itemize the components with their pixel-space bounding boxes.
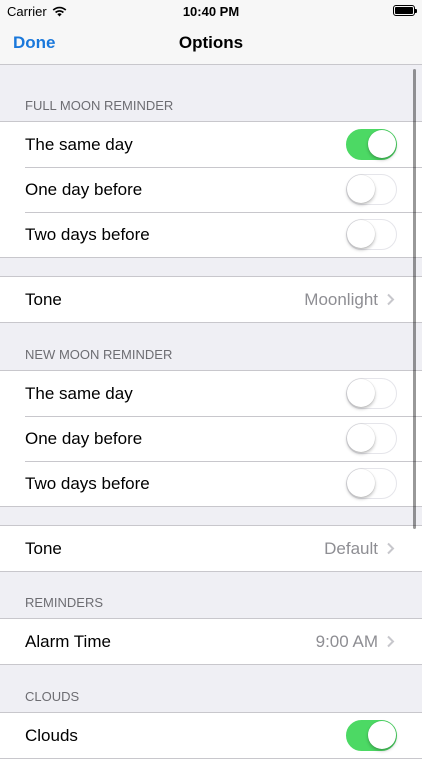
full-moon-tone-row[interactable]: Tone Moonlight <box>0 277 422 322</box>
full-moon-one-day-before-row: One day before <box>0 167 422 212</box>
full-moon-same-day-toggle[interactable] <box>346 129 397 160</box>
full-moon-two-days-before-toggle[interactable] <box>346 219 397 250</box>
toggle-knob <box>368 721 396 749</box>
clouds-row: Clouds <box>0 713 422 758</box>
options-table[interactable]: FULL MOON REMINDER The same day One day … <box>0 65 422 759</box>
section-header-label: REMINDERS <box>25 595 104 610</box>
section-header-full-moon: FULL MOON REMINDER <box>0 65 422 121</box>
section-header-new-moon: NEW MOON REMINDER <box>0 323 422 370</box>
chevron-right-icon <box>387 542 395 555</box>
new-moon-same-day-toggle[interactable] <box>346 378 397 409</box>
row-label: The same day <box>25 134 133 154</box>
section-header-clouds: CLOUDS <box>0 665 422 712</box>
row-label: One day before <box>25 428 143 448</box>
new-moon-group: The same day One day before Two days bef… <box>0 370 422 507</box>
status-bar: Carrier 10:40 PM <box>0 0 422 22</box>
new-moon-one-day-before-toggle[interactable] <box>346 423 397 454</box>
scroll-indicator[interactable] <box>413 69 416 529</box>
row-label: One day before <box>25 179 143 199</box>
alarm-time-value: 9:00 AM <box>315 631 378 651</box>
toggle-knob <box>347 379 375 407</box>
toggle-knob <box>347 424 375 452</box>
section-header-label: NEW MOON REMINDER <box>25 347 173 362</box>
battery-fill <box>395 7 413 14</box>
page-title: Options <box>178 33 244 52</box>
row-label: Two days before <box>25 473 150 493</box>
new-moon-tone-group: Tone Default <box>0 525 422 572</box>
navigation-bar: Done Options <box>0 22 422 65</box>
section-header-reminders: REMINDERS <box>0 572 422 618</box>
new-moon-two-days-before-toggle[interactable] <box>346 468 397 499</box>
alarm-time-row[interactable]: Alarm Time 9:00 AM <box>0 619 422 664</box>
chevron-right-icon <box>387 293 395 306</box>
full-moon-tone-group: Tone Moonlight <box>0 276 422 323</box>
section-header-label: FULL MOON REMINDER <box>25 98 174 113</box>
section-header-label: CLOUDS <box>25 689 80 704</box>
battery-icon <box>393 5 417 16</box>
full-moon-two-days-before-row: Two days before <box>0 212 422 257</box>
row-label: Alarm Time <box>25 631 111 651</box>
full-moon-tone-value: Moonlight <box>304 289 378 309</box>
reminders-group: Alarm Time 9:00 AM <box>0 618 422 665</box>
new-moon-one-day-before-row: One day before <box>0 416 422 461</box>
full-moon-one-day-before-toggle[interactable] <box>346 174 397 205</box>
new-moon-two-days-before-row: Two days before <box>0 461 422 506</box>
full-moon-group: The same day One day before Two days bef… <box>0 121 422 258</box>
new-moon-tone-row[interactable]: Tone Default <box>0 526 422 571</box>
new-moon-same-day-row: The same day <box>0 371 422 416</box>
row-label: Two days before <box>25 224 150 244</box>
toggle-knob <box>347 175 375 203</box>
toggle-knob <box>347 220 375 248</box>
toggle-knob <box>347 469 375 497</box>
row-label: Tone <box>25 538 62 558</box>
chevron-right-icon <box>387 635 395 648</box>
clouds-toggle[interactable] <box>346 720 397 751</box>
row-label: The same day <box>25 383 133 403</box>
full-moon-same-day-row: The same day <box>0 122 422 167</box>
row-label: Tone <box>25 289 62 309</box>
clouds-group: Clouds <box>0 712 422 759</box>
new-moon-tone-value: Default <box>324 538 378 558</box>
toggle-knob <box>368 130 396 158</box>
status-time: 10:40 PM <box>182 4 240 19</box>
row-label: Clouds <box>25 725 78 745</box>
